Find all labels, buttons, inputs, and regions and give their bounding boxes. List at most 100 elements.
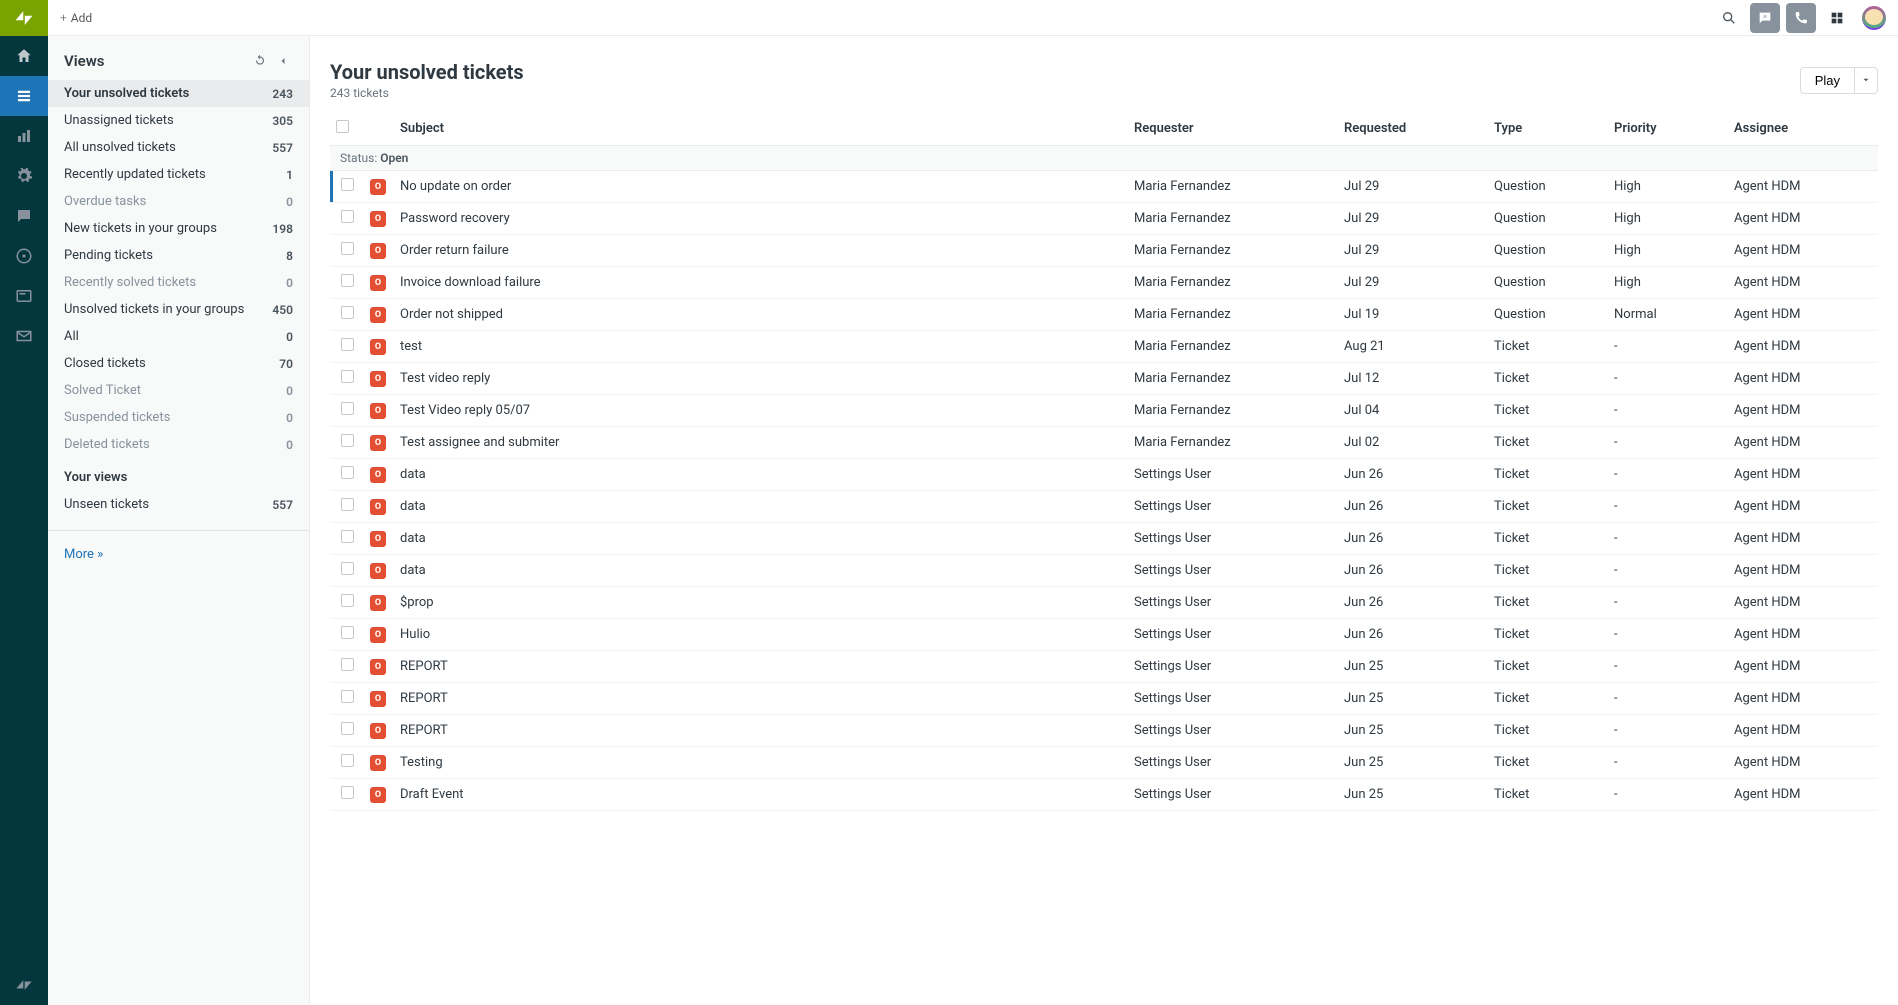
ticket-row[interactable]: O$propSettings UserJun 26Ticket-Agent HD… [330,587,1878,619]
ticket-row[interactable]: OREPORTSettings UserJun 25Ticket-Agent H… [330,683,1878,715]
cell-priority: - [1608,331,1728,363]
ticket-row[interactable]: OTest Video reply 05/07Maria FernandezJu… [330,395,1878,427]
row-checkbox[interactable] [341,466,354,479]
refresh-icon[interactable] [253,53,269,69]
row-checkbox[interactable] [341,722,354,735]
view-label: New tickets in your groups [64,221,265,236]
rail-recent[interactable] [0,236,48,276]
play-button[interactable]: Play [1800,67,1855,94]
row-checkbox[interactable] [341,626,354,639]
rail-mail[interactable] [0,316,48,356]
view-row-v9[interactable]: All0 [48,323,309,350]
row-checkbox[interactable] [341,242,354,255]
apps-icon[interactable] [1822,3,1852,33]
view-row-v4[interactable]: Overdue tasks0 [48,188,309,215]
row-checkbox[interactable] [341,498,354,511]
ticket-row[interactable]: OOrder return failureMaria FernandezJul … [330,235,1878,267]
cell-subject: REPORT [394,683,1128,715]
view-row-v7[interactable]: Recently solved tickets0 [48,269,309,296]
select-all-checkbox[interactable] [336,120,349,133]
ticket-row[interactable]: OdataSettings UserJun 26Ticket-Agent HDM [330,459,1878,491]
row-checkbox[interactable] [341,754,354,767]
cell-requested: Jun 26 [1338,523,1488,555]
row-checkbox[interactable] [341,274,354,287]
col-select[interactable] [330,112,364,146]
rail-terminal[interactable] [0,276,48,316]
ticket-row[interactable]: OInvoice download failureMaria Fernandez… [330,267,1878,299]
col-requester[interactable]: Requester [1128,112,1338,146]
rail-admin[interactable] [0,156,48,196]
row-checkbox[interactable] [341,178,354,191]
row-checkbox[interactable] [341,658,354,671]
rail-chat[interactable] [0,196,48,236]
col-assignee[interactable]: Assignee [1728,112,1878,146]
svg-text:✕: ✕ [1763,14,1767,20]
ticket-row[interactable]: OTest video replyMaria FernandezJul 12Ti… [330,363,1878,395]
cell-requested: Aug 21 [1338,331,1488,363]
ticket-row[interactable]: OtestMaria FernandezAug 21Ticket-Agent H… [330,331,1878,363]
ticket-row[interactable]: OTestingSettings UserJun 25Ticket-Agent … [330,747,1878,779]
row-checkbox[interactable] [341,562,354,575]
view-row-v11[interactable]: Solved Ticket0 [48,377,309,404]
ticket-row[interactable]: OdataSettings UserJun 26Ticket-Agent HDM [330,555,1878,587]
row-checkbox[interactable] [341,370,354,383]
col-requested[interactable]: Requested [1338,112,1488,146]
cell-type: Question [1488,267,1608,299]
view-row-v8[interactable]: Unsolved tickets in your groups450 [48,296,309,323]
play-dropdown[interactable] [1855,67,1878,94]
ticket-row[interactable]: OPassword recoveryMaria FernandezJul 29Q… [330,203,1878,235]
view-row-v12[interactable]: Suspended tickets0 [48,404,309,431]
rail-zendesk-icon[interactable] [0,965,48,1005]
view-count: 0 [265,330,293,344]
row-checkbox[interactable] [341,594,354,607]
view-row-v0[interactable]: Your unsolved tickets243 [48,80,309,107]
cell-requester: Maria Fernandez [1128,427,1338,459]
row-checkbox[interactable] [341,530,354,543]
ticket-row[interactable]: ODraft EventSettings UserJun 25Ticket-Ag… [330,779,1878,811]
brand-logo[interactable] [0,0,48,36]
row-checkbox[interactable] [341,434,354,447]
row-checkbox[interactable] [341,402,354,415]
cell-priority: - [1608,395,1728,427]
cell-assignee: Agent HDM [1728,459,1878,491]
status-badge-open: O [370,243,386,259]
ticket-row[interactable]: OdataSettings UserJun 26Ticket-Agent HDM [330,491,1878,523]
status-badge-open: O [370,339,386,355]
ticket-row[interactable]: OOrder not shippedMaria FernandezJul 19Q… [330,299,1878,331]
ticket-row[interactable]: OREPORTSettings UserJun 25Ticket-Agent H… [330,715,1878,747]
ticket-row[interactable]: OREPORTSettings UserJun 25Ticket-Agent H… [330,651,1878,683]
view-row-v6[interactable]: Pending tickets8 [48,242,309,269]
ticket-row[interactable]: OdataSettings UserJun 26Ticket-Agent HDM [330,523,1878,555]
collapse-icon[interactable] [277,53,293,69]
conversations-icon[interactable]: ✕ [1750,3,1780,33]
row-checkbox[interactable] [341,210,354,223]
search-icon[interactable] [1714,3,1744,33]
view-row-yv0[interactable]: Unseen tickets557 [48,491,309,518]
view-row-v5[interactable]: New tickets in your groups198 [48,215,309,242]
ticket-row[interactable]: OTest assignee and submiterMaria Fernand… [330,427,1878,459]
ticket-row[interactable]: OHulioSettings UserJun 26Ticket-Agent HD… [330,619,1878,651]
add-button[interactable]: + Add [60,11,92,25]
cell-requester: Maria Fernandez [1128,363,1338,395]
phone-icon[interactable] [1786,3,1816,33]
rail-home[interactable] [0,36,48,76]
view-row-v10[interactable]: Closed tickets70 [48,350,309,377]
view-row-v13[interactable]: Deleted tickets0 [48,431,309,458]
view-row-v2[interactable]: All unsolved tickets557 [48,134,309,161]
col-priority[interactable]: Priority [1608,112,1728,146]
row-checkbox[interactable] [341,306,354,319]
row-checkbox[interactable] [341,690,354,703]
avatar[interactable] [1862,6,1886,30]
col-subject[interactable]: Subject [394,112,1128,146]
rail-reporting[interactable] [0,116,48,156]
more-link[interactable]: More » [48,535,309,574]
rail-views[interactable] [0,76,48,116]
view-row-v3[interactable]: Recently updated tickets1 [48,161,309,188]
ticket-row[interactable]: ONo update on orderMaria FernandezJul 29… [330,171,1878,203]
cell-type: Ticket [1488,523,1608,555]
row-checkbox[interactable] [341,786,354,799]
view-row-v1[interactable]: Unassigned tickets305 [48,107,309,134]
col-type[interactable]: Type [1488,112,1608,146]
cell-type: Ticket [1488,747,1608,779]
row-checkbox[interactable] [341,338,354,351]
